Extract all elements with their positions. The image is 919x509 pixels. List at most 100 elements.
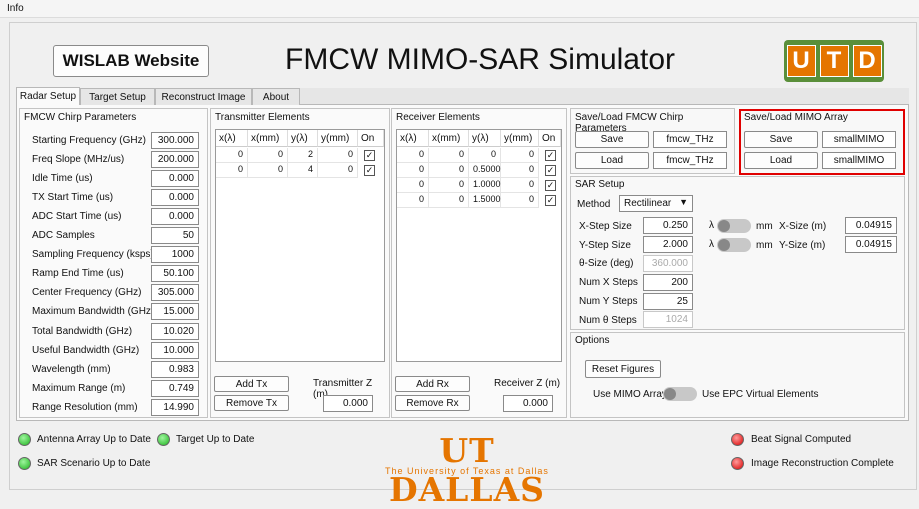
wislab-website-button[interactable]: WISLAB Website [53, 45, 209, 77]
chirp-row-value[interactable]: 0.000 [151, 208, 199, 225]
add-tx-button[interactable]: Add Tx [214, 376, 289, 392]
load-chirp-name[interactable]: fmcw_THz [653, 152, 727, 169]
table-header: On [358, 130, 384, 147]
scenario-status-label: SAR Scenario Up to Date [37, 458, 151, 469]
table-cell[interactable]: 0 [397, 178, 429, 193]
epc-label: Use EPC Virtual Elements [702, 389, 819, 400]
num-theta-steps-label: Num θ Steps [579, 315, 637, 326]
table-cell[interactable]: 2 [288, 148, 318, 163]
menu-info[interactable]: Info [7, 3, 24, 14]
save-chirp-panel: Save/Load FMCW Chirp Parameters Save fmc… [570, 108, 735, 174]
method-select[interactable]: Rectilinear ▼ [619, 195, 693, 212]
table-header: x(λ) [397, 130, 429, 147]
table-cell[interactable]: 0 [429, 163, 469, 178]
rx-z-input[interactable]: 0.000 [503, 395, 553, 412]
chirp-row-value[interactable]: 0.000 [151, 170, 199, 187]
x-step-unit-toggle[interactable] [717, 219, 751, 233]
mimo-epc-toggle[interactable] [663, 387, 697, 401]
table-cell[interactable]: 1.5000 [469, 193, 501, 208]
chirp-panel-title: FMCW Chirp Parameters [24, 112, 137, 123]
table-cell[interactable]: 0 [501, 148, 539, 163]
tab-target-setup[interactable]: Target Setup [80, 88, 155, 105]
table-cell[interactable]: 0 [318, 163, 358, 178]
x-step-input[interactable]: 0.250 [643, 217, 693, 234]
table-cell[interactable]: 0 [469, 148, 501, 163]
table-cell[interactable]: 0 [429, 193, 469, 208]
rx-table[interactable]: x(λ) x(mm) y(λ) y(mm) On 0 0 0 0 ✓ 0 0 0.5000 0 ✓ 0 0 1.0… [396, 129, 562, 362]
logo-letter-u: U [786, 45, 816, 77]
table-cell[interactable]: 0 [397, 193, 429, 208]
table-cell[interactable]: 0 [397, 148, 429, 163]
chirp-row-value[interactable]: 1000 [151, 246, 199, 263]
chirp-row-value: 0.983 [151, 361, 199, 378]
element-on-checkbox[interactable]: ✓ [545, 150, 556, 161]
chirp-row-value[interactable]: 50.100 [151, 265, 199, 282]
num-x-steps-label: Num X Steps [579, 277, 638, 288]
table-header: x(mm) [429, 130, 469, 147]
chirp-row-label: TX Start Time (us) [32, 192, 114, 203]
table-cell[interactable]: 1.0000 [469, 178, 501, 193]
table-cell[interactable]: 0 [318, 148, 358, 163]
y-size-label: Y-Size (m) [779, 240, 826, 251]
remove-tx-button[interactable]: Remove Tx [214, 395, 289, 411]
table-cell[interactable]: 0 [248, 163, 288, 178]
beat-status-lamp [731, 433, 744, 446]
element-on-checkbox[interactable]: ✓ [364, 165, 375, 176]
chirp-row-value[interactable]: 15.000 [151, 303, 199, 320]
element-on-checkbox[interactable]: ✓ [545, 195, 556, 206]
table-header: y(mm) [318, 130, 358, 147]
chirp-row-label: Total Bandwidth (GHz) [32, 326, 133, 337]
rx-panel: Receiver Elements x(λ) x(mm) y(λ) y(mm) On 0 0… [391, 108, 567, 418]
options-title: Options [575, 335, 610, 346]
chirp-row-value[interactable]: 300.000 [151, 132, 199, 149]
tab-reconstruct-image[interactable]: Reconstruct Image [155, 88, 252, 105]
table-cell[interactable]: 0 [501, 193, 539, 208]
antenna-status-label: Antenna Array Up to Date [37, 434, 151, 445]
element-on-checkbox[interactable]: ✓ [364, 150, 375, 161]
chirp-row-value[interactable]: 200.000 [151, 151, 199, 168]
save-chirp-button[interactable]: Save [575, 131, 649, 148]
chirp-row-value[interactable]: 305.000 [151, 284, 199, 301]
table-cell[interactable]: 0 [501, 163, 539, 178]
table-cell[interactable]: 0 [397, 163, 429, 178]
tab-radar-setup[interactable]: Radar Setup [16, 87, 80, 105]
add-rx-button[interactable]: Add Rx [395, 376, 470, 392]
remove-rx-button[interactable]: Remove Rx [395, 395, 470, 411]
table-cell[interactable]: 0 [216, 163, 248, 178]
save-chirp-name[interactable]: fmcw_THz [653, 131, 727, 148]
chirp-row-label: Freq Slope (MHz/us) [32, 154, 125, 165]
image-status-lamp [731, 457, 744, 470]
chirp-row-value[interactable]: 50 [151, 227, 199, 244]
table-cell[interactable]: 0 [429, 178, 469, 193]
element-on-checkbox[interactable]: ✓ [545, 180, 556, 191]
table-cell[interactable]: 0 [429, 148, 469, 163]
reset-figures-button[interactable]: Reset Figures [585, 360, 661, 378]
table-cell[interactable]: 0 [248, 148, 288, 163]
table-header: x(λ) [216, 130, 248, 147]
chirp-panel: FMCW Chirp Parameters Starting Frequency… [19, 108, 208, 418]
highlight-box [739, 109, 905, 175]
num-x-steps-input[interactable]: 200 [643, 274, 693, 291]
load-chirp-button[interactable]: Load [575, 152, 649, 169]
table-cell[interactable]: 4 [288, 163, 318, 178]
target-status-label: Target Up to Date [176, 434, 255, 445]
table-cell[interactable]: 0 [216, 148, 248, 163]
num-y-steps-input[interactable]: 25 [643, 293, 693, 310]
x-size-value: 0.04915 [845, 217, 897, 234]
table-cell[interactable]: 0 [501, 178, 539, 193]
tx-table[interactable]: x(λ) x(mm) y(λ) y(mm) On 0 0 2 0 ✓ 0 0 4 0 ✓ [215, 129, 385, 362]
chirp-row-label: Range Resolution (mm) [32, 402, 138, 413]
chirp-row-label: Maximum Range (m) [32, 383, 126, 394]
chirp-row-label: Ramp End Time (us) [32, 268, 124, 279]
y-step-input[interactable]: 2.000 [643, 236, 693, 253]
tx-z-input[interactable]: 0.000 [323, 395, 373, 412]
chirp-row-label: Wavelength (mm) [32, 364, 111, 375]
theta-size-input: 360.000 [643, 255, 693, 272]
y-step-unit-toggle[interactable] [717, 238, 751, 252]
table-header: y(mm) [501, 130, 539, 147]
element-on-checkbox[interactable]: ✓ [545, 165, 556, 176]
ut-dallas-subtitle: The University of Texas at Dallas [385, 466, 549, 476]
chirp-row-value[interactable]: 0.000 [151, 189, 199, 206]
table-cell[interactable]: 0.5000 [469, 163, 501, 178]
tab-about[interactable]: About [252, 88, 300, 105]
